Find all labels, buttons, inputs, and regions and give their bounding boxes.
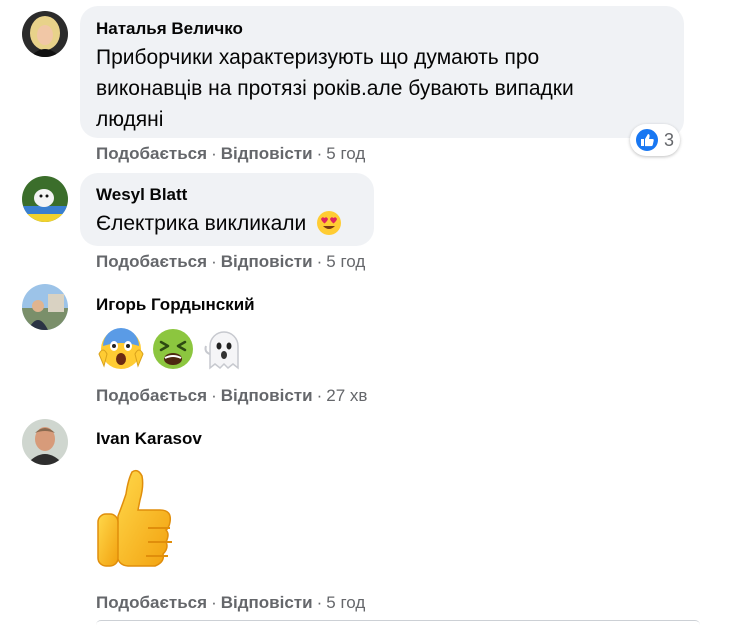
reply-link[interactable]: Відповісти	[221, 144, 313, 163]
like-reaction-icon	[634, 127, 660, 153]
next-comment-edge	[96, 620, 700, 625]
comment-actions: Подобається · Відповісти · 5 год	[96, 252, 365, 272]
like-link[interactable]: Подобається	[96, 593, 207, 612]
separator-dot: ·	[211, 252, 217, 271]
avatar[interactable]	[22, 284, 68, 330]
avatar[interactable]	[22, 176, 68, 222]
reply-link[interactable]: Відповісти	[221, 252, 313, 271]
avatar[interactable]	[22, 11, 68, 57]
reply-link[interactable]: Відповісти	[221, 593, 313, 612]
reaction-count: 3	[664, 130, 675, 150]
screaming-face-emoji-icon	[98, 328, 144, 369]
like-link[interactable]: Подобається	[96, 144, 207, 163]
reply-link[interactable]: Відповісти	[221, 386, 313, 405]
comment-author[interactable]: Ivan Karasov	[96, 429, 202, 449]
nauseated-face-emoji-icon	[153, 329, 193, 369]
separator-dot: ·	[211, 593, 217, 612]
separator-dot: ·	[211, 386, 217, 405]
comment-text-line: Єлектрика викликали	[96, 208, 342, 239]
timestamp[interactable]: 5 год	[326, 252, 365, 271]
reaction-summary[interactable]: 3	[630, 124, 680, 156]
ghost-emoji-icon	[204, 331, 239, 370]
comment-text-line: Приборчики характеризують що думають про	[96, 46, 540, 69]
separator-dot: ·	[316, 386, 323, 405]
like-link[interactable]: Подобається	[96, 386, 207, 405]
separator-dot: ·	[316, 252, 323, 271]
separator-dot: ·	[316, 144, 323, 163]
heart-eyes-emoji-icon	[317, 211, 342, 235]
comment-author[interactable]: Игорь Гордынский	[96, 295, 255, 315]
comment-actions: Подобається · Відповісти · 27 хв	[96, 386, 367, 406]
separator-dot: ·	[316, 593, 323, 612]
timestamp[interactable]: 5 год	[326, 593, 365, 612]
comment-text: Єлектрика викликали	[96, 212, 307, 235]
avatar[interactable]	[22, 419, 68, 465]
comment-text-line: людяні	[96, 108, 164, 131]
timestamp[interactable]: 5 год	[326, 144, 365, 163]
separator-dot: ·	[211, 144, 217, 163]
thumbs-up-emoji-icon	[97, 469, 172, 567]
comment-text-line: виконавців на протязі років.але бувають …	[96, 77, 574, 100]
comment-author[interactable]: Наталья Величко	[96, 19, 243, 39]
comment-author[interactable]: Wesyl Blatt	[96, 185, 187, 205]
comment-actions: Подобається · Відповісти · 5 год	[96, 144, 365, 164]
comment-actions: Подобається · Відповісти · 5 год	[96, 593, 365, 613]
like-link[interactable]: Подобається	[96, 252, 207, 271]
timestamp[interactable]: 27 хв	[326, 386, 367, 405]
